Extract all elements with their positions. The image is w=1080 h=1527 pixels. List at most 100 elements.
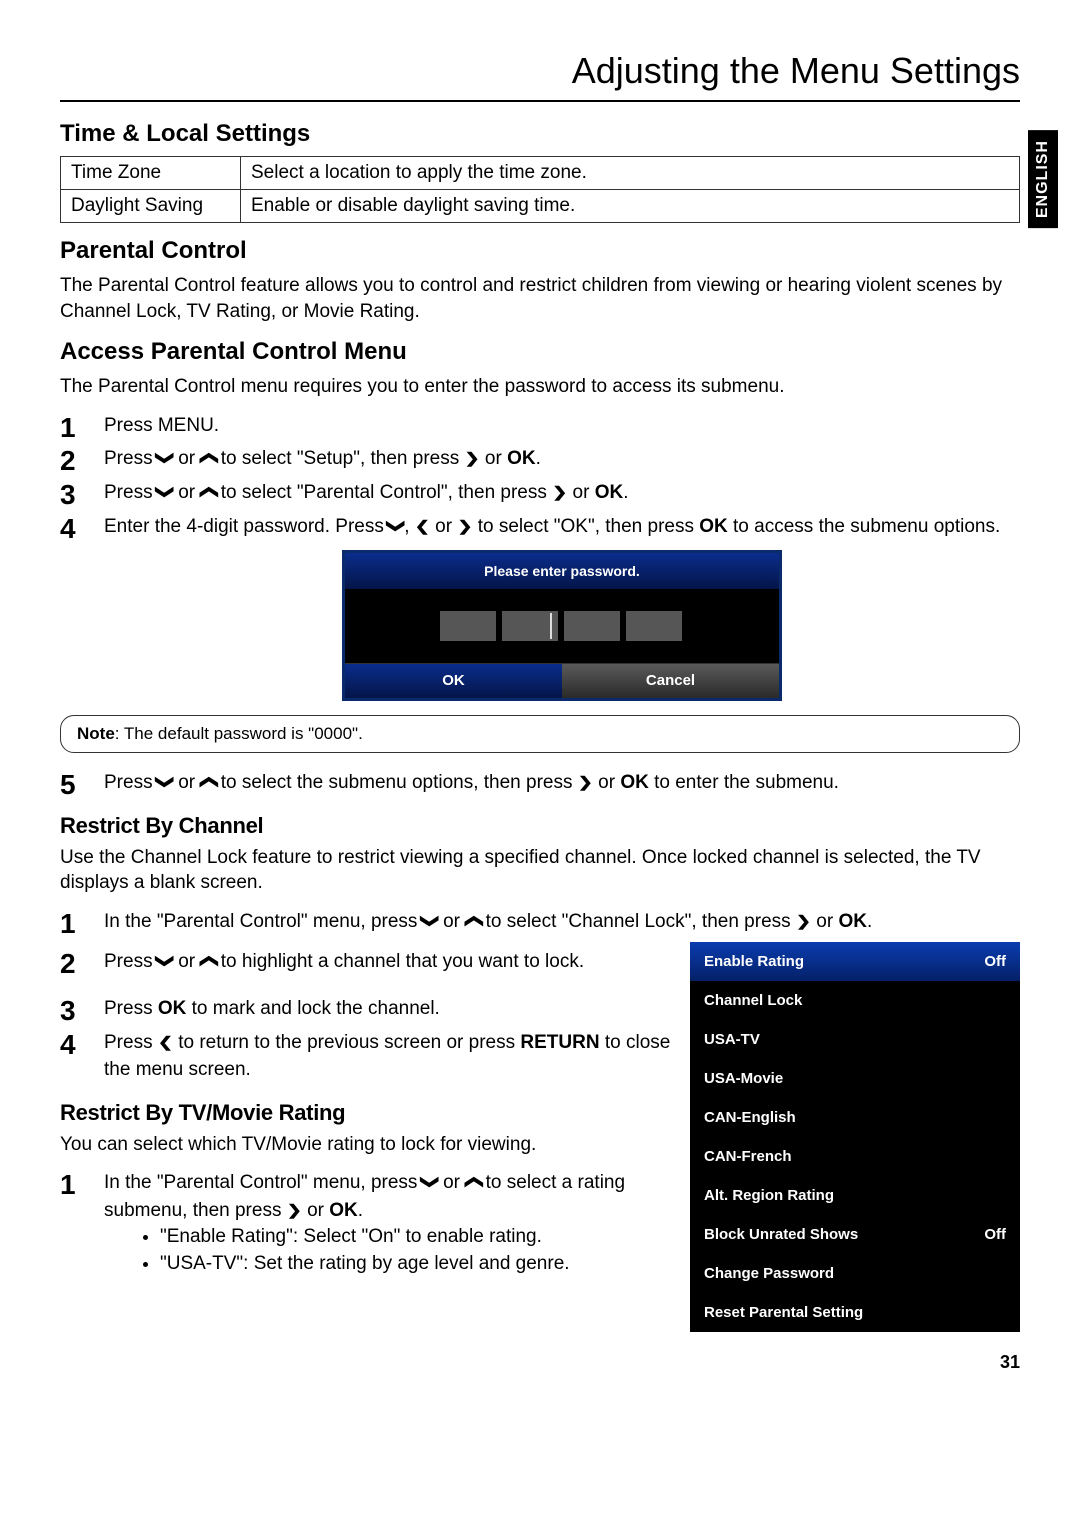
access-heading: Access Parental Control Menu xyxy=(60,338,1020,366)
note-text: : The default password is "0000". xyxy=(115,724,363,743)
menu-value: Off xyxy=(984,1226,1006,1243)
access-steps: Press MENU. Press ❯ or ❯ to select "Setu… xyxy=(60,412,1020,701)
ok-key: OK xyxy=(329,1200,358,1221)
t: . xyxy=(536,448,541,469)
ok-key: OK xyxy=(620,772,649,793)
t: or xyxy=(480,448,507,469)
menu-label: CAN-French xyxy=(704,1148,792,1165)
chevron-right-icon: ❯ xyxy=(552,482,567,503)
t: to access the submenu options. xyxy=(728,516,1001,537)
t: . xyxy=(867,911,872,932)
dialog-ok-button[interactable]: OK xyxy=(345,663,562,698)
step: Press MENU. xyxy=(60,412,1020,440)
dialog-footer: OK Cancel xyxy=(345,663,779,698)
ok-key: OK xyxy=(699,516,728,537)
menu-label: Alt. Region Rating xyxy=(704,1187,834,1204)
menu-item-usa-tv[interactable]: USA-TV xyxy=(690,1020,1020,1059)
menu-item-can-english[interactable]: CAN-English xyxy=(690,1098,1020,1137)
password-digit[interactable] xyxy=(626,611,682,641)
restrict-channel-intro: Use the Channel Lock feature to restrict… xyxy=(60,845,1020,896)
restrict-rating-intro: You can select which TV/Movie rating to … xyxy=(60,1132,672,1158)
menu-item-block-unrated[interactable]: Block Unrated Shows Off xyxy=(690,1215,1020,1254)
menu-value: Off xyxy=(984,953,1006,970)
chevron-left-icon: ❮ xyxy=(158,1031,173,1052)
menu-label: USA-TV xyxy=(704,1031,760,1048)
t: or xyxy=(593,772,620,793)
t: to highlight a channel that you want to … xyxy=(216,951,585,972)
chevron-left-icon: ❮ xyxy=(415,515,430,536)
chevron-down-icon: ❯ xyxy=(384,518,410,533)
parental-intro: The Parental Control feature allows you … xyxy=(60,273,1020,324)
password-digit[interactable] xyxy=(564,611,620,641)
page-number: 31 xyxy=(60,1352,1020,1373)
chevron-right-icon: ❯ xyxy=(796,911,811,932)
chevron-right-icon: ❯ xyxy=(578,772,593,793)
dialog-body xyxy=(345,589,779,663)
menu-item-can-french[interactable]: CAN-French xyxy=(690,1137,1020,1176)
access-intro: The Parental Control menu requires you t… xyxy=(60,374,1020,400)
note-box: Note: The default password is "0000". xyxy=(60,715,1020,753)
step: Press ❯ or ❯ to select "Setup", then pre… xyxy=(60,445,1020,473)
t: Press xyxy=(104,1032,158,1053)
step: In the "Parental Control" menu, press ❯ … xyxy=(60,908,1020,936)
ok-key: OK xyxy=(158,998,187,1019)
time-local-heading: Time & Local Settings xyxy=(60,120,1020,148)
menu-item-channel-lock[interactable]: Channel Lock xyxy=(690,981,1020,1020)
chevron-right-icon: ❯ xyxy=(465,448,480,469)
t: to return to the previous screen or pres… xyxy=(173,1032,520,1053)
restrict-rating-heading: Restrict By TV/Movie Rating xyxy=(60,1100,672,1126)
menu-item-alt-region[interactable]: Alt. Region Rating xyxy=(690,1176,1020,1215)
t: In the "Parental Control" menu, press xyxy=(104,1172,423,1193)
step: Press OK to mark and lock the channel. xyxy=(60,995,672,1023)
page-title: Adjusting the Menu Settings xyxy=(60,50,1020,92)
dialog-cancel-button[interactable]: Cancel xyxy=(562,663,779,698)
menu-item-enable-rating[interactable]: Enable Rating Off xyxy=(690,942,1020,981)
access-steps-cont: Press ❯ or ❯ to select the submenu optio… xyxy=(60,769,1020,797)
menu-label: Change Password xyxy=(704,1265,834,1282)
chevron-down-icon: ❯ xyxy=(417,1175,443,1190)
rating-bullets: "Enable Rating": Select "On" to enable r… xyxy=(104,1224,672,1277)
t: Press xyxy=(104,482,158,503)
ok-key: OK xyxy=(507,448,536,469)
setting-desc: Select a location to apply the time zone… xyxy=(241,157,1020,190)
t: to mark and lock the channel. xyxy=(186,998,439,1019)
t: or xyxy=(430,516,457,537)
restrict-channel-heading: Restrict By Channel xyxy=(60,813,1020,839)
menu-label: Enable Rating xyxy=(704,953,804,970)
t: Press xyxy=(104,448,158,469)
t: to select "Parental Control", then press xyxy=(216,482,553,503)
time-local-table: Time Zone Select a location to apply the… xyxy=(60,156,1020,223)
t: or xyxy=(302,1200,329,1221)
setting-label: Daylight Saving xyxy=(61,190,241,223)
menu-label: CAN-English xyxy=(704,1109,796,1126)
menu-label: Channel Lock xyxy=(704,992,802,1009)
menu-item-change-password[interactable]: Change Password xyxy=(690,1254,1020,1293)
t: to select "Setup", then press xyxy=(216,448,465,469)
title-rule xyxy=(60,100,1020,102)
step: Press ❯ or ❯ to highlight a channel that… xyxy=(60,948,672,976)
chevron-up-icon: ❯ xyxy=(195,953,221,968)
t: Press xyxy=(104,998,158,1019)
password-digit[interactable] xyxy=(440,611,496,641)
t: . xyxy=(358,1200,363,1221)
language-tab: ENGLISH xyxy=(1028,130,1058,228)
t: In the "Parental Control" menu, press xyxy=(104,911,423,932)
t: Press xyxy=(104,951,158,972)
menu-label: Block Unrated Shows xyxy=(704,1226,858,1243)
parental-menu-panel: Enable Rating Off Channel Lock USA-TV USA… xyxy=(690,942,1020,1332)
step: Press ❯ or ❯ to select "Parental Control… xyxy=(60,479,1020,507)
t: to enter the submenu. xyxy=(649,772,839,793)
t: to select "Channel Lock", then press xyxy=(480,911,796,932)
restrict-rating-steps: In the "Parental Control" menu, press ❯ … xyxy=(60,1169,672,1277)
chevron-up-icon: ❯ xyxy=(460,913,486,928)
chevron-up-icon: ❯ xyxy=(460,1175,486,1190)
menu-item-usa-movie[interactable]: USA-Movie xyxy=(690,1059,1020,1098)
step: Press ❯ or ❯ to select the submenu optio… xyxy=(60,769,1020,797)
chevron-down-icon: ❯ xyxy=(152,485,178,500)
chevron-down-icon: ❯ xyxy=(152,775,178,790)
chevron-up-icon: ❯ xyxy=(195,775,221,790)
cursor xyxy=(550,613,552,639)
chevron-up-icon: ❯ xyxy=(195,485,221,500)
menu-item-reset-parental[interactable]: Reset Parental Setting xyxy=(690,1293,1020,1332)
t: or xyxy=(811,911,838,932)
